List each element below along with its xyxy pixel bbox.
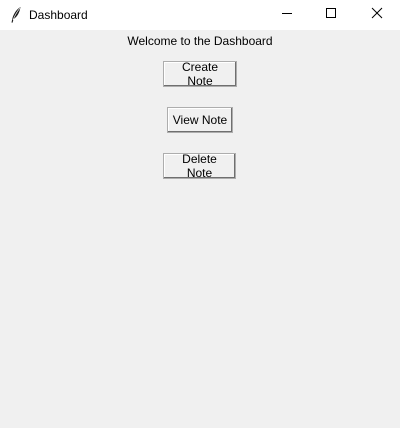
close-button[interactable] <box>354 0 400 30</box>
minimize-button[interactable] <box>264 0 310 30</box>
minimize-icon <box>281 6 293 24</box>
maximize-button[interactable] <box>308 0 354 30</box>
dashboard-content: Welcome to the Dashboard Create Note Vie… <box>0 30 400 428</box>
create-note-button[interactable]: Create Note <box>163 60 237 88</box>
title-bar[interactable]: Dashboard <box>0 0 400 30</box>
dashboard-window: Dashboard Welcome to the Dashboard Creat… <box>0 0 400 428</box>
view-note-button[interactable]: View Note <box>167 107 233 133</box>
feather-icon <box>8 6 24 24</box>
window-title: Dashboard <box>29 8 88 22</box>
delete-note-button[interactable]: Delete Note <box>163 152 236 180</box>
maximize-icon <box>325 6 337 24</box>
close-icon <box>371 6 383 24</box>
welcome-label: Welcome to the Dashboard <box>127 34 273 48</box>
